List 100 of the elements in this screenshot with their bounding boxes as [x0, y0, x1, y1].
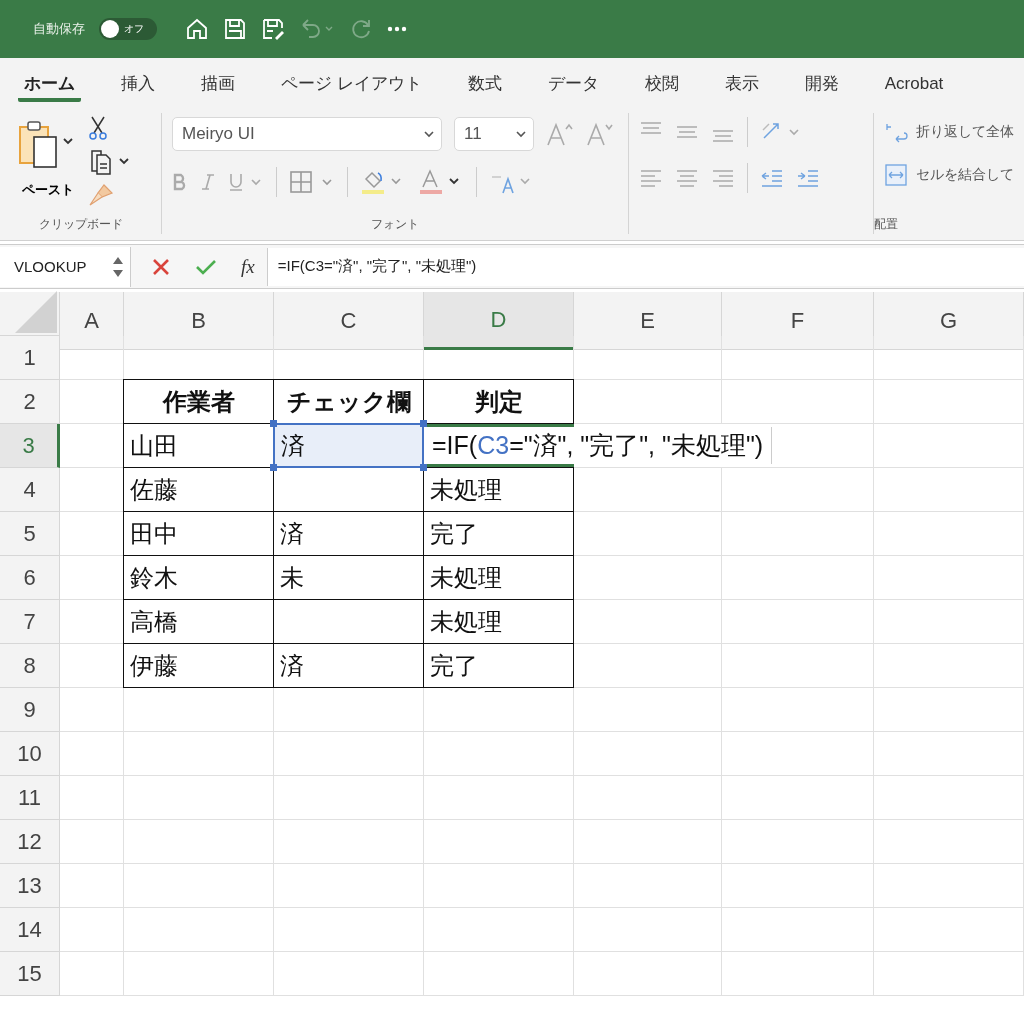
grid-cell[interactable]	[874, 336, 1024, 380]
grid-cell[interactable]	[124, 776, 274, 820]
grid-cell[interactable]	[874, 512, 1024, 556]
redo-icon[interactable]	[349, 17, 373, 41]
grid-cell[interactable]	[574, 908, 722, 952]
row-header[interactable]: 10	[0, 732, 60, 776]
grid-cell[interactable]	[424, 864, 574, 908]
cancel-icon[interactable]	[151, 256, 171, 277]
wrap-text-button[interactable]: 折り返して全体	[884, 121, 1014, 143]
home-icon[interactable]	[185, 17, 209, 41]
row-header[interactable]: 5	[0, 512, 60, 556]
grid-cell[interactable]	[124, 732, 274, 776]
insert-function-button[interactable]: fx	[241, 255, 255, 278]
grid-cell[interactable]	[874, 776, 1024, 820]
save-icon[interactable]	[223, 17, 247, 41]
grid-cell[interactable]	[722, 688, 874, 732]
column-header[interactable]: B	[124, 292, 274, 350]
column-header[interactable]: C	[274, 292, 424, 350]
name-box[interactable]: VLOOKUP	[0, 246, 131, 287]
column-header[interactable]: F	[722, 292, 874, 350]
grid-cell[interactable]	[722, 336, 874, 380]
grid-cell[interactable]	[274, 820, 424, 864]
ribbon-tab[interactable]: 表示	[718, 58, 765, 102]
ribbon-tab[interactable]: 校閲	[638, 58, 685, 102]
grid-cell[interactable]	[124, 952, 274, 996]
grid-cell[interactable]	[124, 864, 274, 908]
increase-font-size-icon[interactable]	[546, 121, 574, 147]
grid-cell[interactable]	[874, 644, 1024, 688]
bold-icon[interactable]	[172, 173, 188, 191]
grid-cell[interactable]	[124, 820, 274, 864]
grid-cell[interactable]	[424, 732, 574, 776]
grid-cell[interactable]	[722, 600, 874, 644]
grid-cell[interactable]	[274, 952, 424, 996]
italic-icon[interactable]	[200, 173, 216, 191]
row-header[interactable]: 7	[0, 600, 60, 644]
more-icon[interactable]	[387, 26, 407, 32]
decrease-indent-icon[interactable]	[760, 167, 784, 189]
ribbon-tab[interactable]: Acrobat	[878, 58, 950, 102]
grid-cell[interactable]	[574, 644, 722, 688]
grid-cell[interactable]	[424, 776, 574, 820]
ribbon-tab[interactable]: データ	[541, 58, 605, 102]
row-header[interactable]: 3	[0, 424, 60, 468]
grid-cell[interactable]	[574, 512, 722, 556]
grid-cell[interactable]	[124, 908, 274, 952]
grid-cell[interactable]	[722, 644, 874, 688]
grid-cell[interactable]	[722, 864, 874, 908]
row-header[interactable]: 4	[0, 468, 60, 512]
row-header[interactable]: 12	[0, 820, 60, 864]
grid-cell[interactable]	[274, 908, 424, 952]
align-right-icon[interactable]	[711, 167, 735, 189]
grid-cell[interactable]	[424, 952, 574, 996]
grid-cell[interactable]	[274, 688, 424, 732]
grid-cell[interactable]	[874, 468, 1024, 512]
row-header[interactable]: 14	[0, 908, 60, 952]
row-header[interactable]: 6	[0, 556, 60, 600]
grid-cell[interactable]	[874, 732, 1024, 776]
row-header[interactable]: 13	[0, 864, 60, 908]
grid-cell[interactable]	[574, 952, 722, 996]
undo-icon[interactable]	[299, 17, 335, 41]
grid-cell[interactable]	[574, 820, 722, 864]
grid-cell[interactable]	[874, 600, 1024, 644]
grid-cell[interactable]	[574, 732, 722, 776]
grid-cell[interactable]	[574, 336, 722, 380]
grid-cell[interactable]	[60, 908, 124, 952]
grid-cell[interactable]	[722, 512, 874, 556]
grid-cell[interactable]	[722, 908, 874, 952]
formula-field[interactable]: =IF(C3="済", "完了", "未処理")	[266, 247, 1024, 286]
ribbon-tab[interactable]: 挿入	[115, 58, 161, 102]
column-header[interactable]: G	[874, 292, 1024, 350]
grid-cell[interactable]	[874, 688, 1024, 732]
ribbon-tab[interactable]: ページ レイアウト	[275, 58, 428, 102]
grid-cell[interactable]	[574, 600, 722, 644]
grid-cell[interactable]	[722, 556, 874, 600]
grid-cell[interactable]	[60, 864, 124, 908]
grid-cell[interactable]	[424, 908, 574, 952]
grid-cell[interactable]	[874, 556, 1024, 600]
grid-cell[interactable]	[274, 864, 424, 908]
grid-cell[interactable]	[574, 864, 722, 908]
increase-indent-icon[interactable]	[796, 167, 820, 189]
font-size-dropdown[interactable]: 11	[454, 117, 534, 151]
grid-cell[interactable]	[424, 688, 574, 732]
chevron-down-icon[interactable]	[515, 128, 527, 140]
grid-cell[interactable]	[874, 864, 1024, 908]
align-left-icon[interactable]	[639, 167, 663, 189]
font-name-dropdown[interactable]: Meiryo UI	[172, 117, 442, 151]
grid-cell[interactable]	[60, 820, 124, 864]
chevron-down-icon[interactable]	[423, 128, 435, 140]
grid-cell[interactable]	[874, 820, 1024, 864]
underline-icon[interactable]	[228, 172, 264, 192]
ribbon-tab[interactable]: 開発	[798, 58, 845, 102]
grid-cell[interactable]	[60, 952, 124, 996]
grid-cell[interactable]	[60, 776, 124, 820]
copy-icon[interactable]	[88, 149, 132, 175]
grid-cell[interactable]	[874, 424, 1024, 468]
grid-cell[interactable]	[722, 776, 874, 820]
align-center-icon[interactable]	[675, 167, 699, 189]
grid-cell[interactable]	[124, 688, 274, 732]
ribbon-tab[interactable]: 描画	[195, 58, 241, 102]
grid-cell[interactable]	[574, 468, 722, 512]
row-header[interactable]: 9	[0, 688, 60, 732]
